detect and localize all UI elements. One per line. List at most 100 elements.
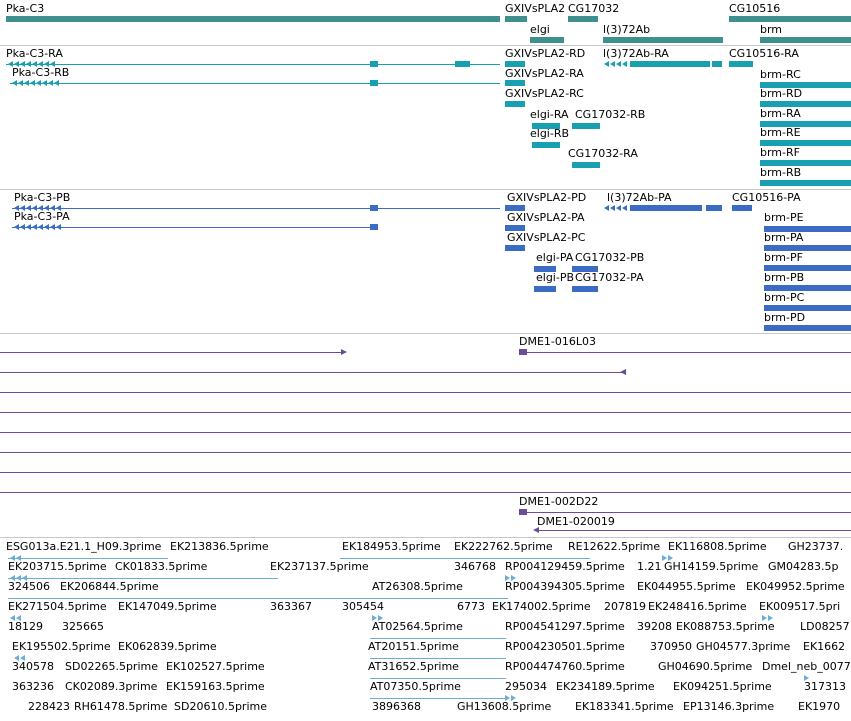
est-label[interactable]: EK044955.5prime bbox=[637, 580, 736, 593]
gene-label[interactable]: l(3)72Ab bbox=[603, 23, 650, 36]
est-arrows[interactable] bbox=[10, 575, 28, 581]
transcript-label[interactable]: brm-PE bbox=[764, 211, 804, 224]
transcript-label[interactable]: CG10516-RA bbox=[729, 47, 799, 60]
est-label[interactable]: EK222762.5prime bbox=[454, 540, 553, 553]
exon-block[interactable] bbox=[572, 162, 600, 168]
est-label[interactable]: LD08257 bbox=[800, 620, 850, 633]
est-arrows[interactable] bbox=[505, 575, 517, 581]
est-label[interactable]: 346768 bbox=[454, 560, 496, 573]
est-label[interactable]: 363367 bbox=[270, 600, 312, 613]
transcript-label[interactable]: GXIVsPLA2-RD bbox=[505, 47, 585, 60]
clone-line[interactable] bbox=[535, 530, 851, 531]
exon-block[interactable] bbox=[370, 205, 378, 211]
transcript-label[interactable]: elgi-RB bbox=[530, 127, 569, 140]
est-label[interactable]: 317313 bbox=[804, 680, 846, 693]
est-label[interactable]: RP004474760.5prime bbox=[505, 660, 625, 673]
gene-bar[interactable] bbox=[729, 16, 851, 22]
gene-label[interactable]: GXIVsPLA2 bbox=[505, 2, 565, 15]
clone-label[interactable]: DME1-016L03 bbox=[519, 335, 596, 348]
est-label[interactable]: 228423 bbox=[28, 700, 70, 713]
est-label[interactable]: GM04283.5p bbox=[768, 560, 839, 573]
est-label[interactable]: EK234189.5prime bbox=[556, 680, 655, 693]
clone-line[interactable] bbox=[0, 452, 851, 453]
est-label[interactable]: EK049952.5prime bbox=[746, 580, 845, 593]
transcript-label[interactable]: Pka-C3-PA bbox=[14, 210, 70, 223]
est-label[interactable]: EK237137.5prime bbox=[270, 560, 369, 573]
transcript-label[interactable]: l(3)72Ab-PA bbox=[607, 191, 672, 204]
est-label[interactable]: 370950 bbox=[650, 640, 692, 653]
est-label[interactable]: RE12622.5prime bbox=[568, 540, 660, 553]
exon-arrows[interactable] bbox=[14, 224, 62, 230]
est-label[interactable]: EK159163.5prime bbox=[166, 680, 265, 693]
est-label[interactable]: 295034 bbox=[505, 680, 547, 693]
est-label[interactable]: EK203715.5prime bbox=[8, 560, 107, 573]
est-label[interactable]: EK206844.5prime bbox=[60, 580, 159, 593]
est-arrows[interactable] bbox=[505, 695, 517, 701]
gene-label[interactable]: CG17032 bbox=[568, 2, 619, 15]
est-label[interactable]: ESG013a.E21.1_H09.3prime bbox=[6, 540, 161, 553]
transcript-label[interactable]: GXIVsPLA2-PA bbox=[507, 211, 585, 224]
gene-bar[interactable] bbox=[6, 16, 500, 22]
transcript-label[interactable]: brm-PD bbox=[764, 311, 805, 324]
gene-bar[interactable] bbox=[530, 37, 564, 43]
gene-label[interactable]: brm bbox=[760, 23, 782, 36]
clone-line[interactable] bbox=[519, 512, 851, 513]
transcript-label[interactable]: Pka-C3-RB bbox=[12, 66, 69, 79]
clone-line[interactable] bbox=[0, 392, 851, 393]
clone-line[interactable] bbox=[0, 472, 851, 473]
est-label[interactable]: GH14159.5prime bbox=[664, 560, 758, 573]
est-label[interactable]: 305454 bbox=[342, 600, 384, 613]
clone-label[interactable]: DME1-002D22 bbox=[519, 495, 598, 508]
transcript-label[interactable]: CG10516-PA bbox=[732, 191, 801, 204]
est-label[interactable]: EK183341.5prime bbox=[575, 700, 674, 713]
transcript-label[interactable]: CG17032-PA bbox=[575, 271, 644, 284]
gene-label[interactable]: Pka-C3 bbox=[6, 2, 44, 15]
est-arrows[interactable] bbox=[14, 655, 26, 661]
transcript-label[interactable]: brm-PC bbox=[764, 291, 804, 304]
est-label[interactable]: SD02265.5prime bbox=[65, 660, 158, 673]
transcript-label[interactable]: l(3)72Ab-RA bbox=[603, 47, 669, 60]
transcript-label[interactable]: brm-RC bbox=[760, 68, 801, 81]
exon-arrows[interactable] bbox=[604, 205, 628, 211]
est-label[interactable]: EK009517.5pri bbox=[759, 600, 840, 613]
clone-line[interactable] bbox=[0, 492, 851, 493]
transcript-label[interactable]: brm-PF bbox=[764, 251, 803, 264]
gene-bar[interactable] bbox=[568, 16, 598, 22]
transcript-label[interactable]: brm-PA bbox=[764, 231, 803, 244]
est-label[interactable]: EP13146.3prime bbox=[683, 700, 774, 713]
est-label[interactable]: RP004230501.5prime bbox=[505, 640, 625, 653]
est-label[interactable]: CK01833.5prime bbox=[115, 560, 207, 573]
est-label[interactable]: EK195502.5prime bbox=[12, 640, 111, 653]
exon-arrows[interactable] bbox=[604, 61, 628, 67]
est-label[interactable]: 6773 bbox=[457, 600, 485, 613]
transcript-label[interactable]: GXIVsPLA2-PC bbox=[507, 231, 585, 244]
exon-block[interactable] bbox=[706, 205, 722, 211]
exon-block[interactable] bbox=[505, 245, 525, 251]
est-label[interactable]: EK088753.5prime bbox=[676, 620, 775, 633]
exon-block[interactable] bbox=[572, 123, 600, 129]
est-label[interactable]: 18129 bbox=[8, 620, 43, 633]
exon-block[interactable] bbox=[764, 325, 851, 331]
est-label[interactable]: EK147049.5prime bbox=[118, 600, 217, 613]
exon-block[interactable] bbox=[370, 80, 378, 86]
est-arrows[interactable] bbox=[762, 615, 774, 621]
transcript-label[interactable]: GXIVsPLA2-RA bbox=[505, 67, 584, 80]
transcript-label[interactable]: Pka-C3-PB bbox=[14, 191, 70, 204]
clone-line[interactable] bbox=[519, 352, 851, 353]
exon-block[interactable] bbox=[534, 286, 556, 292]
est-label[interactable]: 207819 bbox=[604, 600, 646, 613]
est-label[interactable]: EK102527.5prime bbox=[166, 660, 265, 673]
exon-block[interactable] bbox=[712, 61, 722, 67]
est-label[interactable]: 340578 bbox=[12, 660, 54, 673]
est-label[interactable]: AT02564.5prime bbox=[372, 620, 463, 633]
est-label[interactable]: EK213836.5prime bbox=[170, 540, 269, 553]
est-label[interactable]: RP004394305.5prime bbox=[505, 580, 625, 593]
transcript-label[interactable]: brm-RA bbox=[760, 107, 801, 120]
est-label[interactable]: 324506 bbox=[8, 580, 50, 593]
transcript-label[interactable]: CG17032-PB bbox=[575, 251, 644, 264]
transcript-label[interactable]: GXIVsPLA2-PD bbox=[507, 191, 586, 204]
est-label[interactable]: AT07350.5prime bbox=[370, 680, 461, 693]
est-label[interactable]: AT26308.5prime bbox=[372, 580, 463, 593]
exon-block[interactable] bbox=[505, 80, 525, 86]
exon-block[interactable] bbox=[370, 61, 378, 67]
